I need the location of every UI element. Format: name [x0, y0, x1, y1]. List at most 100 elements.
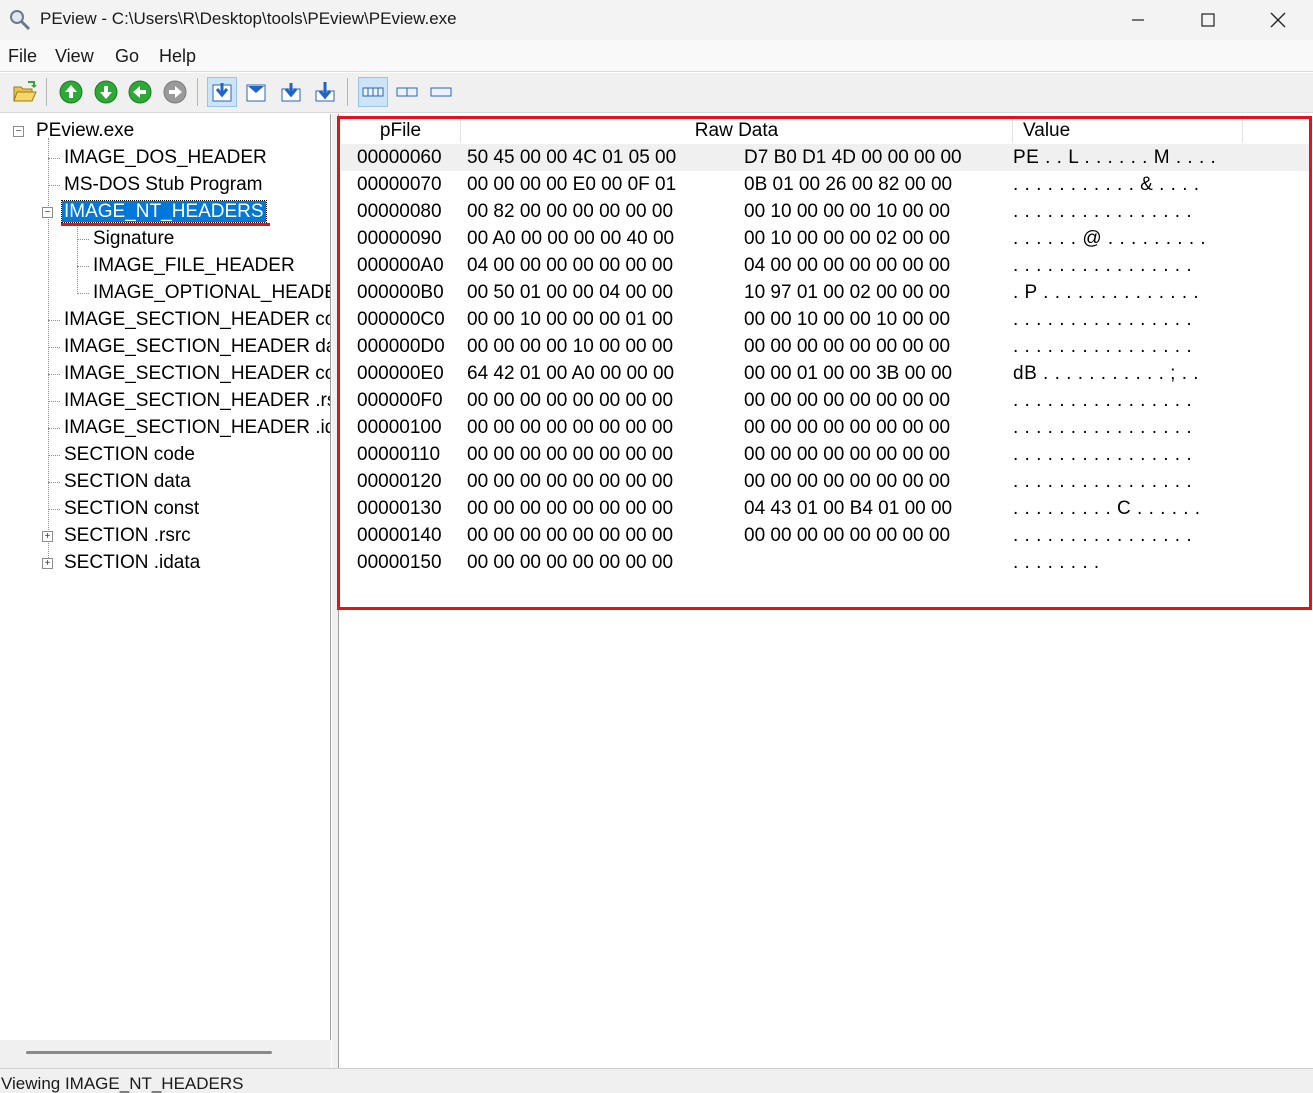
- go-down-button[interactable]: [91, 77, 121, 107]
- view-next-button[interactable]: [276, 77, 306, 107]
- menu-go[interactable]: Go: [115, 46, 139, 67]
- toolbar-separator: [347, 78, 348, 106]
- tree-item-dos-stub[interactable]: MS-DOS Stub Program: [62, 172, 265, 198]
- view-next-icon: [281, 83, 301, 102]
- hex-bytes: 00 00 00 00 00 00 00 00: [467, 498, 674, 519]
- hex-bytes: 04 43 01 00 B4 01 00 00: [744, 498, 953, 519]
- hex-row[interactable]: 00000090 00 A0 00 00 00 00 40 00 00 10 00 …: [341, 225, 1309, 252]
- tree-item-label: IMAGE_OPTIONAL_HEADER: [93, 282, 331, 303]
- hex-offset: 00000090: [357, 228, 442, 249]
- go-back-button[interactable]: [125, 77, 155, 107]
- tree-line: [48, 158, 60, 159]
- hex-view-button[interactable]: [358, 77, 388, 107]
- hex-row[interactable]: 00000140 00 00 00 00 00 00 00 00 00 00 00 …: [341, 522, 1309, 549]
- tree-item-section-data[interactable]: SECTION data: [62, 469, 193, 495]
- expand-icon[interactable]: +: [42, 531, 53, 542]
- column-header-value[interactable]: Value: [1013, 119, 1243, 143]
- close-icon: [1270, 12, 1286, 28]
- tree-item-label: IMAGE_NT_HEADERS: [61, 200, 267, 223]
- view-first-button[interactable]: [207, 77, 237, 107]
- tree-pane[interactable]: − − + + PEview.exe IMAGE_DOS_HEADER MS-D…: [0, 114, 331, 1068]
- hex-offset: 000000B0: [357, 282, 444, 303]
- tree-item-section-header-data[interactable]: IMAGE_SECTION_HEADER data: [62, 334, 330, 360]
- tree-item-label: IMAGE_SECTION_HEADER .idata: [64, 417, 330, 438]
- hex-bytes: 04 00 00 00 00 00 00 00: [744, 255, 951, 276]
- hex-ascii-value: . . . . . . . . . C . . . . . .: [1013, 498, 1201, 519]
- maximize-button[interactable]: [1173, 0, 1243, 40]
- tree-item-section-code[interactable]: SECTION code: [62, 442, 197, 468]
- status-text: Viewing IMAGE_NT_HEADERS: [1, 1074, 244, 1093]
- tree-item-file-header[interactable]: IMAGE_FILE_HEADER: [91, 253, 297, 279]
- hex-ascii-value: . . . . . . . . . . . . . . . .: [1013, 471, 1193, 492]
- hex-bytes: 00 00 00 00 00 00 00 00: [744, 417, 951, 438]
- hex-row[interactable]: 00000070 00 00 00 00 E0 00 0F 01 0B 01 00 …: [341, 171, 1309, 198]
- hex-row[interactable]: 00000110 00 00 00 00 00 00 00 00 00 00 00 …: [341, 441, 1309, 468]
- column-header-raw-data[interactable]: Raw Data: [461, 119, 1013, 143]
- hex-bytes: 50 45 00 00 4C 01 05 00: [467, 147, 677, 168]
- scrollbar-thumb[interactable]: [26, 1051, 272, 1054]
- go-forward-button[interactable]: [160, 77, 190, 107]
- hex-offset: 00000120: [357, 471, 442, 492]
- close-button[interactable]: [1243, 0, 1313, 40]
- word-view-button[interactable]: [426, 77, 456, 107]
- column-header-pfile[interactable]: pFile: [341, 119, 461, 143]
- menu-file[interactable]: File: [8, 46, 37, 67]
- tree-line: [77, 266, 89, 267]
- hex-bytes: 00 00 00 00 00 00 00 00: [744, 390, 951, 411]
- go-up-button[interactable]: [56, 77, 86, 107]
- tree-item-section-header-const[interactable]: IMAGE_SECTION_HEADER const: [62, 361, 330, 387]
- tree-item-section-header-code[interactable]: IMAGE_SECTION_HEADER code: [62, 307, 330, 333]
- hex-ascii-value: . . . . . . . . . . . . . . . .: [1013, 390, 1193, 411]
- tree-item-section-header-idata[interactable]: IMAGE_SECTION_HEADER .idata: [62, 415, 330, 441]
- hex-bytes: 00 00 00 00 00 00 00 00: [744, 525, 951, 546]
- hex-row[interactable]: 000000B0 00 50 01 00 00 04 00 00 10 97 01 …: [341, 279, 1309, 306]
- tree-item-optional-header[interactable]: IMAGE_OPTIONAL_HEADER: [91, 280, 331, 306]
- tree-item-dos-header[interactable]: IMAGE_DOS_HEADER: [62, 145, 269, 171]
- tree-horizontal-scrollbar[interactable]: [0, 1040, 331, 1068]
- open-file-button[interactable]: [10, 77, 40, 107]
- hex-bytes: 00 00 00 00 00 00 00 00: [744, 444, 951, 465]
- tree-item-section-rsrc[interactable]: SECTION .rsrc: [62, 523, 193, 549]
- tree-item-root[interactable]: PEview.exe: [34, 118, 136, 144]
- hex-row[interactable]: 000000C0 00 00 10 00 00 00 01 00 00 00 10 …: [341, 306, 1309, 333]
- hex-row[interactable]: 00000080 00 82 00 00 00 00 00 00 00 10 00 …: [341, 198, 1309, 225]
- collapse-icon[interactable]: −: [42, 207, 53, 218]
- hex-view-pane[interactable]: pFile Raw Data Value 00000060 50 45 00 00…: [338, 114, 1313, 1068]
- hex-row[interactable]: 000000F0 00 00 00 00 00 00 00 00 00 00 00 …: [341, 387, 1309, 414]
- minimize-button[interactable]: [1103, 0, 1173, 40]
- hex-row[interactable]: 00000130 00 00 00 00 00 00 00 00 04 43 01 …: [341, 495, 1309, 522]
- expand-icon[interactable]: +: [42, 558, 53, 569]
- tree-line: [77, 293, 89, 294]
- hex-bytes: 00 00 00 00 10 00 00 00: [467, 336, 674, 357]
- toolbar: [0, 73, 1313, 113]
- window-title: PEview - C:\Users\R\Desktop\tools\PEview…: [40, 9, 457, 28]
- hex-bytes: 00 00 00 00 00 00 00 00: [467, 552, 674, 573]
- hex-ascii-value: PE . . L . . . . . . M . . . .: [1013, 147, 1217, 168]
- collapse-icon[interactable]: −: [13, 126, 24, 137]
- hex-row[interactable]: 000000E0 64 42 01 00 A0 00 00 00 00 00 01 …: [341, 360, 1309, 387]
- hex-row[interactable]: 00000100 00 00 00 00 00 00 00 00 00 00 00 …: [341, 414, 1309, 441]
- hex-row[interactable]: 00000120 00 00 00 00 00 00 00 00 00 00 00 …: [341, 468, 1309, 495]
- tree-item-label: IMAGE_SECTION_HEADER .rsrc: [64, 390, 331, 411]
- hex-offset: 00000080: [357, 201, 442, 222]
- tree-item-signature[interactable]: Signature: [91, 226, 176, 252]
- view-header-button[interactable]: [241, 77, 271, 107]
- minimize-icon: [1132, 19, 1144, 21]
- tree-item-section-idata[interactable]: SECTION .idata: [62, 550, 202, 576]
- byte-view-button[interactable]: [392, 77, 422, 107]
- hex-bytes: 04 00 00 00 00 00 00 00: [467, 255, 674, 276]
- tree-line: [48, 482, 60, 483]
- hex-ascii-value: . . . . . . . .: [1013, 552, 1100, 573]
- toolbar-separator: [197, 78, 198, 106]
- view-last-button[interactable]: [310, 77, 340, 107]
- tree-item-section-header-rsrc[interactable]: IMAGE_SECTION_HEADER .rsrc: [62, 388, 331, 414]
- hex-row[interactable]: 00000060 50 45 00 00 4C 01 05 00 D7 B0 D1 …: [341, 144, 1309, 171]
- tree-item-section-const[interactable]: SECTION const: [62, 496, 201, 522]
- menu-view[interactable]: View: [55, 46, 94, 67]
- menu-help[interactable]: Help: [159, 46, 196, 67]
- hex-row[interactable]: 00000150 00 00 00 00 00 00 00 00 . . . . .…: [341, 549, 1309, 576]
- tree-item-label: IMAGE_DOS_HEADER: [64, 147, 267, 168]
- hex-row[interactable]: 000000D0 00 00 00 00 10 00 00 00 00 00 00 …: [341, 333, 1309, 360]
- tree-item-nt-headers[interactable]: IMAGE_NT_HEADERS: [61, 199, 267, 225]
- hex-row[interactable]: 000000A0 04 00 00 00 00 00 00 00 04 00 00 …: [341, 252, 1309, 279]
